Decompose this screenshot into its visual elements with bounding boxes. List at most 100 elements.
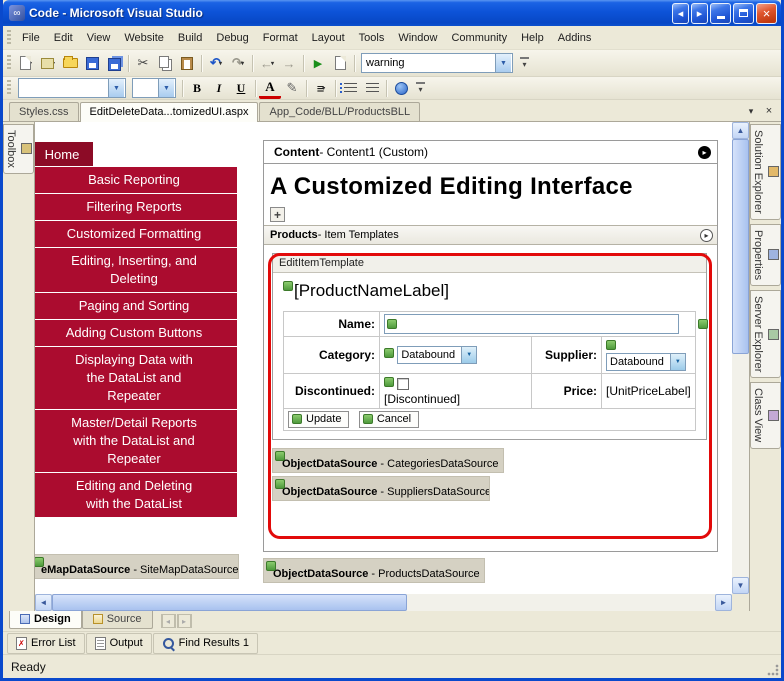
tab-error-list[interactable]: Error List	[7, 633, 85, 654]
name-input[interactable]	[399, 316, 678, 332]
open-file-button[interactable]	[59, 53, 81, 74]
sidebar-item-server-explorer[interactable]: Server Explorer	[750, 290, 781, 378]
cut-button[interactable]: ✂	[132, 53, 154, 74]
add-item-button[interactable]: ▾	[37, 53, 59, 74]
validator-glyph-icon[interactable]	[698, 319, 708, 329]
numbered-list-button[interactable]	[361, 78, 383, 99]
font-size-dropdown-button[interactable]: ▼	[158, 79, 174, 97]
toolbar-grip[interactable]	[7, 80, 11, 96]
tab-productsbll[interactable]: App_Code/BLL/ProductsBLL	[259, 102, 420, 121]
tab-list-dropdown-button[interactable]: ▾	[743, 103, 759, 119]
menu-window[interactable]: Window	[391, 28, 444, 48]
cancel-button[interactable]: Cancel	[359, 411, 419, 428]
nav-item-customized-formatting[interactable]: Customized Formatting	[35, 220, 237, 247]
tab-find-results[interactable]: Find Results 1	[153, 633, 258, 654]
nav-item-editing-deleting-datalist[interactable]: Editing and Deleting with the DataList	[35, 472, 237, 517]
products-datasource-control[interactable]: ObjectDataSource - ProductsDataSource	[263, 558, 485, 583]
alignment-button[interactable]: ≡▾	[310, 78, 332, 99]
nav-item-paging-sorting[interactable]: Paging and Sorting	[35, 292, 237, 319]
scroll-right-button[interactable]: ►	[715, 594, 732, 611]
menu-format[interactable]: Format	[256, 28, 305, 48]
font-name-combobox[interactable]: ▼	[18, 78, 126, 98]
menu-file[interactable]: File	[15, 28, 47, 48]
products-control-header[interactable]: Products - Item Templates ▸	[264, 225, 717, 245]
categories-datasource-control[interactable]: ObjectDataSource - CategoriesDataSource	[272, 448, 504, 473]
nav-item-displaying-data[interactable]: Displaying Data with the DataList and Re…	[35, 346, 237, 409]
dropdown-arrow-icon[interactable]: ▼	[670, 354, 685, 370]
maximize-button[interactable]	[733, 3, 754, 24]
menu-build[interactable]: Build	[171, 28, 209, 48]
redo-button[interactable]: ↷▾	[227, 53, 249, 74]
menu-tools[interactable]: Tools	[352, 28, 392, 48]
horizontal-scrollbar[interactable]: ◄ ►	[35, 594, 732, 611]
menu-community[interactable]: Community	[444, 28, 514, 48]
scroll-tabs-right-button[interactable]: ▸	[177, 614, 192, 628]
hyperlink-button[interactable]	[390, 78, 412, 99]
font-name-input[interactable]	[19, 80, 108, 96]
underline-button[interactable]: U	[230, 78, 252, 99]
close-document-button[interactable]: ×	[761, 103, 777, 119]
find-combobox[interactable]: ▼	[361, 53, 513, 73]
scroll-tabs-left-button[interactable]: ◂	[161, 614, 176, 628]
font-name-dropdown-button[interactable]: ▼	[108, 79, 124, 97]
scroll-up-button[interactable]: ▲	[732, 122, 749, 139]
smart-tag-button[interactable]: ▸	[700, 229, 713, 242]
edit-item-template[interactable]: EditItemTemplate [ProductNameLabel] Name…	[272, 253, 707, 440]
sidebar-item-class-view[interactable]: Class View	[750, 382, 781, 448]
name-textbox[interactable]	[384, 314, 679, 334]
minimize-button[interactable]	[710, 3, 731, 24]
nav-item-adding-custom-buttons[interactable]: Adding Custom Buttons	[35, 319, 237, 346]
copy-button[interactable]	[154, 53, 176, 74]
discontinued-checkbox[interactable]	[397, 378, 409, 390]
menu-website[interactable]: Website	[117, 28, 171, 48]
scroll-down-button[interactable]: ▼	[732, 577, 749, 594]
nav-item-master-detail[interactable]: Master/Detail Reports with the DataList …	[35, 409, 237, 472]
horizontal-scroll-track[interactable]	[52, 594, 715, 611]
vertical-scroll-thumb[interactable]	[732, 139, 749, 354]
font-size-combobox[interactable]: ▼	[132, 78, 176, 98]
vertical-scroll-track[interactable]	[732, 139, 749, 577]
product-name-label[interactable]: [ProductNameLabel]	[283, 281, 696, 301]
scroll-left-button[interactable]: ◄	[35, 594, 52, 611]
navigate-back-button[interactable]: ←▾	[256, 53, 278, 74]
toolbar-grip[interactable]	[7, 30, 11, 46]
find-dropdown-button[interactable]: ▼	[495, 54, 511, 72]
nav-item-basic-reporting[interactable]: Basic Reporting	[35, 166, 237, 193]
menu-view[interactable]: View	[80, 28, 118, 48]
sitemapdatasource-control[interactable]: eMapDataSource - SiteMapDataSource1	[35, 554, 239, 579]
italic-button[interactable]: I	[208, 78, 230, 99]
tab-editdeletedata-aspx[interactable]: EditDeleteData...tomizedUI.aspx	[80, 102, 259, 122]
bold-button[interactable]: B	[186, 78, 208, 99]
supplier-dropdown[interactable]: Databound▼	[606, 353, 686, 371]
paste-button[interactable]	[176, 53, 198, 74]
toolbar-options-button[interactable]: ▾	[414, 78, 427, 99]
move-handle-icon[interactable]: +	[270, 207, 285, 222]
sidebar-item-properties[interactable]: Properties	[750, 224, 781, 286]
content-placeholder[interactable]: Content - Content1 (Custom) ▸ A Customiz…	[263, 140, 718, 552]
resize-grip[interactable]	[767, 664, 779, 676]
navigate-forward-button[interactable]: →	[278, 53, 300, 74]
nav-item-home[interactable]: Home	[35, 142, 93, 166]
tab-styles-css[interactable]: Styles.css	[9, 102, 79, 121]
toolbar-options-button[interactable]: ▾	[518, 53, 531, 74]
nav-item-editing-inserting-deleting[interactable]: Editing, Inserting, and Deleting	[35, 247, 237, 292]
sidebar-item-solution-explorer[interactable]: Solution Explorer	[750, 124, 781, 220]
tab-output[interactable]: Output	[86, 633, 152, 654]
font-size-input[interactable]	[133, 80, 158, 96]
menu-debug[interactable]: Debug	[209, 28, 255, 48]
smart-tag-button[interactable]: ▸	[698, 146, 711, 159]
dropdown-arrow-icon[interactable]: ▼	[461, 347, 476, 363]
view-in-browser-button[interactable]	[329, 53, 351, 74]
bullet-list-button[interactable]	[339, 78, 361, 99]
new-file-button[interactable]: ▾	[15, 53, 37, 74]
save-all-button[interactable]	[103, 53, 125, 74]
dock-left-button[interactable]: ◂	[672, 3, 689, 24]
suppliers-datasource-control[interactable]: ObjectDataSource - SuppliersDataSource	[272, 476, 490, 501]
menu-addins[interactable]: Addins	[551, 28, 599, 48]
save-button[interactable]	[81, 53, 103, 74]
undo-button[interactable]: ↶▾	[205, 53, 227, 74]
find-input[interactable]	[362, 55, 495, 71]
close-button[interactable]: ×	[756, 3, 777, 24]
highlight-button[interactable]: ✎	[281, 78, 303, 99]
update-button[interactable]: Update	[288, 411, 349, 428]
